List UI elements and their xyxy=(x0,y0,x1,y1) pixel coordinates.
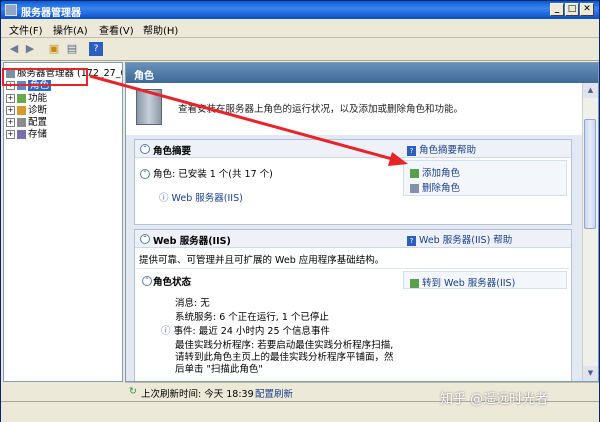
refresh-icon[interactable]: ↻ xyxy=(129,386,137,397)
vertical-scrollbar[interactable]: ▲ ▼ xyxy=(582,83,598,381)
back-icon[interactable]: ◀ xyxy=(7,42,21,56)
scroll-down-icon[interactable]: ▼ xyxy=(583,366,598,381)
collapse-icon[interactable]: ⌃ xyxy=(140,144,150,154)
add-roles-link[interactable]: 添加角色 xyxy=(410,165,460,179)
maximize-button[interactable]: □ xyxy=(565,3,579,16)
bpa-line-3: 后单击 "扫描此角色" xyxy=(175,364,263,375)
events-line: ⓘ 事件: 最近 24 小时内 25 个信息事件 xyxy=(161,326,331,337)
tree-item-diagnostics[interactable]: + 诊断 xyxy=(6,102,47,116)
web-server-header: ⌃ Web 服务器(IIS) ? Web 服务器(IIS) 帮助 xyxy=(135,230,571,248)
annotation-highlight-box xyxy=(2,68,88,86)
goto-iis-link[interactable]: 转到 Web 服务器(IIS) xyxy=(410,275,515,289)
tree-item-features[interactable]: + 功能 xyxy=(6,90,47,104)
messages-line: 消息: 无 xyxy=(175,298,210,309)
intro-section: 查看安装在服务器上角色的运行状况，以及添加或删除角色和功能。 xyxy=(126,83,598,135)
show-hide-tree-icon[interactable]: ▤ xyxy=(65,42,79,56)
role-status-actions: 转到 Web 服务器(IIS) xyxy=(403,271,567,289)
web-server-description: 提供可靠、可管理并且可扩展的 Web 应用程序基础结构。 xyxy=(139,255,385,266)
expand-icon[interactable]: + xyxy=(6,130,15,139)
menu-file[interactable]: 文件(F) xyxy=(9,22,43,37)
roles-summary-help-link[interactable]: ? 角色摘要帮助 xyxy=(407,142,476,156)
intro-text: 查看安装在服务器上角色的运行状况，以及添加或删除角色和功能。 xyxy=(178,104,464,115)
goto-icon xyxy=(410,279,419,288)
server-manager-window: 服务器管理器 _ □ ✕ 文件(F) 操作(A) 查看(V) 帮助(H) ◀ ▶… xyxy=(0,0,600,422)
remove-roles-icon xyxy=(410,184,419,193)
forward-icon[interactable]: ▶ xyxy=(23,42,37,56)
tree-item-configuration[interactable]: + 配置 xyxy=(6,114,47,128)
web-server-panel: ⌃ Web 服务器(IIS) ? Web 服务器(IIS) 帮助 提供可靠、可管理… xyxy=(134,229,572,381)
storage-icon xyxy=(17,130,26,139)
help-icon: ? xyxy=(407,145,416,156)
server-manager-icon xyxy=(5,4,17,16)
web-server-help-link[interactable]: ? Web 服务器(IIS) 帮助 xyxy=(407,232,512,246)
minimize-button[interactable]: _ xyxy=(550,3,564,16)
roles-actions: 添加角色 删除角色 xyxy=(403,160,567,196)
title-bar: 服务器管理器 _ □ ✕ xyxy=(1,1,599,19)
window-title: 服务器管理器 xyxy=(21,8,81,19)
roles-summary-panel: ⌃ 角色摘要 ? 角色摘要帮助 ⌃ 角色: 已安装 1 个(共 17 个) ⓘ W… xyxy=(134,139,572,225)
navigation-tree: 服务器管理器 (172_27_0_ + 角色 + 功能 + 诊断 + 配置 + 存储 xyxy=(3,62,123,382)
toolbar: ◀ ▶ ▣ ▤ ? xyxy=(1,38,599,61)
roles-summary-header: ⌃ 角色摘要 ? 角色摘要帮助 xyxy=(135,140,571,158)
up-folder-icon[interactable]: ▣ xyxy=(47,42,61,56)
configure-refresh-link[interactable]: 配置刷新 xyxy=(255,386,293,400)
collapse-icon[interactable]: ⌃ xyxy=(140,234,150,244)
menu-view[interactable]: 查看(V) xyxy=(99,22,134,37)
help-icon: ? xyxy=(407,235,416,246)
roles-count: 角色: 已安装 1 个(共 17 个) xyxy=(153,169,273,180)
menu-help[interactable]: 帮助(H) xyxy=(143,22,178,37)
tree-item-storage[interactable]: + 存储 xyxy=(6,126,47,140)
collapse-icon[interactable]: ⌃ xyxy=(142,276,152,286)
content-body: ⌃ 角色摘要 ? 角色摘要帮助 ⌃ 角色: 已安装 1 个(共 17 个) ⓘ W… xyxy=(126,135,583,381)
role-status-title: 角色状态 xyxy=(153,277,192,288)
role-item-iis[interactable]: ⓘ Web 服务器(IIS) xyxy=(159,190,243,204)
scroll-thumb[interactable] xyxy=(584,119,596,229)
add-roles-icon xyxy=(410,169,419,178)
info-icon: ⓘ xyxy=(161,326,174,337)
content-header: 角色 xyxy=(126,63,598,83)
menu-bar: 文件(F) 操作(A) 查看(V) 帮助(H) xyxy=(1,19,599,38)
remove-roles-link[interactable]: 删除角色 xyxy=(410,180,460,194)
collapse-icon[interactable]: ⌃ xyxy=(140,169,150,179)
role-status-section: ⌃ 角色状态 转到 Web 服务器(IIS) 消息: 无 系统服务: 6 个正在… xyxy=(137,268,569,381)
last-refresh-text: 上次刷新时间: 今天 18:39 xyxy=(141,389,254,400)
server-roles-image xyxy=(136,89,162,125)
scroll-up-icon[interactable]: ▲ xyxy=(583,83,598,98)
watermark: 知乎 @遥远时光者 xyxy=(440,392,549,407)
close-button[interactable]: ✕ xyxy=(580,3,594,16)
info-icon: ⓘ xyxy=(159,193,172,204)
content-pane: 角色 查看安装在服务器上角色的运行状况，以及添加或删除角色和功能。 ⌃ 角色摘要… xyxy=(125,62,599,382)
help-icon[interactable]: ? xyxy=(89,42,103,56)
menu-action[interactable]: 操作(A) xyxy=(53,22,88,37)
services-line: 系统服务: 6 个正在运行, 1 个已停止 xyxy=(175,312,329,323)
